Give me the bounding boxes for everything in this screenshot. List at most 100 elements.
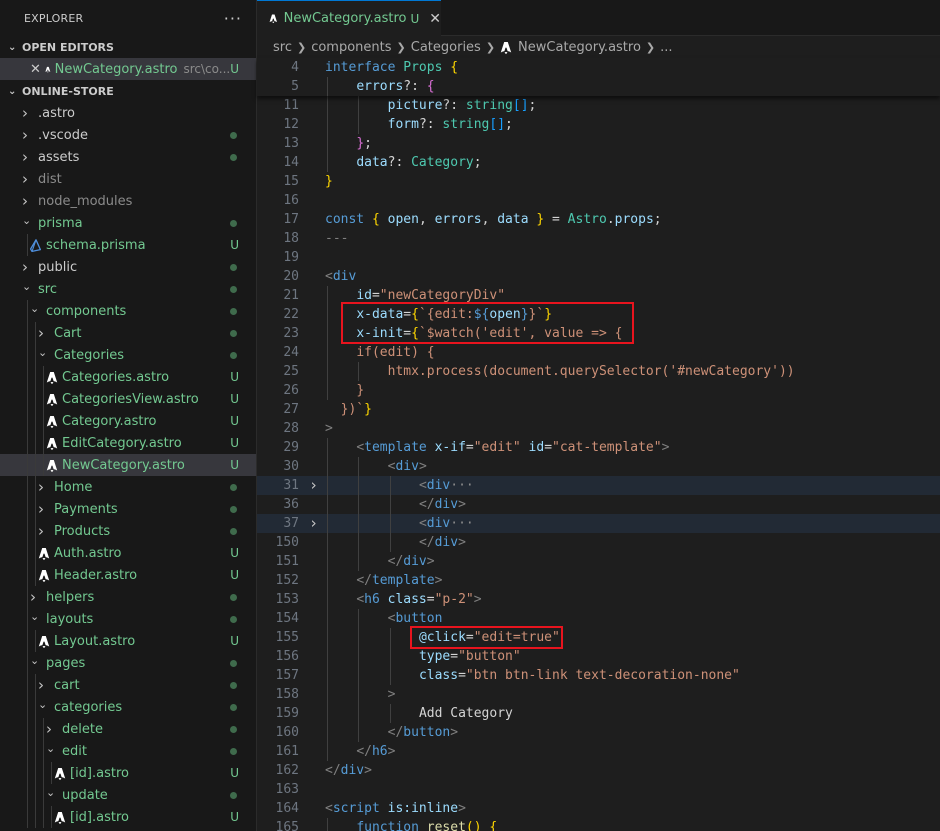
chevron-down-icon[interactable]: ⌄ (30, 610, 44, 623)
chevron-down-icon[interactable]: ⌄ (30, 654, 44, 667)
open-editor-item[interactable]: ✕ NewCategory.astro src\co... U (0, 58, 256, 80)
tree-folder[interactable]: › dist (0, 168, 256, 190)
chevron-right-icon[interactable]: › (22, 192, 36, 210)
code-line[interactable]: 28 > (257, 419, 940, 438)
code-editor[interactable]: 11 picture?: string[]; 12 form?: string[]… (257, 96, 940, 831)
project-header[interactable]: ⌄ ONLINE-STORE (0, 80, 256, 102)
code-line[interactable]: 29 <template x-if="edit" id="cat-templat… (257, 438, 940, 457)
tree-file[interactable]: EditCategory.astro U (0, 432, 256, 454)
code-line[interactable]: 165 function reset() { (257, 818, 940, 831)
tree-folder[interactable]: › node_modules (0, 190, 256, 212)
open-editors-header[interactable]: ⌄ OPEN EDITORS (0, 36, 256, 58)
code-line[interactable]: 163 (257, 780, 940, 799)
chevron-right-icon[interactable]: › (38, 324, 52, 342)
tree-folder[interactable]: ⌄ pages (0, 652, 256, 674)
sticky-scroll-header[interactable]: 4 interface Props {5 errors?: { (257, 58, 940, 96)
breadcrumb-item[interactable]: components (311, 40, 391, 55)
chevron-right-icon[interactable]: › (22, 170, 36, 188)
code-line[interactable]: 37 › <div··· (257, 514, 940, 533)
tree-file[interactable]: [id].astro U (0, 762, 256, 784)
code-line[interactable]: 162 </div> (257, 761, 940, 780)
code-line[interactable]: 36 </div> (257, 495, 940, 514)
chevron-right-icon[interactable]: › (22, 148, 36, 166)
chevron-right-icon[interactable]: › (30, 588, 44, 606)
fold-chevron-icon[interactable]: › (309, 514, 319, 533)
code-line[interactable]: 27 })`} (257, 400, 940, 419)
code-line[interactable]: 4 interface Props { (257, 58, 940, 77)
code-line[interactable]: 5 errors?: { (257, 77, 940, 96)
chevron-right-icon[interactable]: › (22, 104, 36, 122)
tree-folder[interactable]: › Home (0, 476, 256, 498)
tree-folder[interactable]: › .vscode (0, 124, 256, 146)
chevron-right-icon[interactable]: › (22, 126, 36, 144)
tree-folder[interactable]: › delete (0, 718, 256, 740)
code-line[interactable]: 19 (257, 248, 940, 267)
chevron-right-icon[interactable]: › (46, 720, 60, 738)
code-line[interactable]: 157 class="btn btn-link text-decoration-… (257, 666, 940, 685)
chevron-down-icon[interactable]: ⌄ (22, 214, 36, 227)
chevron-down-icon[interactable]: ⌄ (46, 786, 60, 799)
tree-file[interactable]: [id].astro U (0, 806, 256, 828)
code-line[interactable]: 16 (257, 191, 940, 210)
code-line[interactable]: 150 </div> (257, 533, 940, 552)
tree-file[interactable]: Auth.astro U (0, 542, 256, 564)
code-line[interactable]: 24 if(edit) { (257, 343, 940, 362)
chevron-down-icon[interactable]: ⌄ (38, 346, 52, 359)
tree-folder[interactable]: › Cart (0, 322, 256, 344)
tree-folder[interactable]: › helpers (0, 586, 256, 608)
code-line[interactable]: 15} (257, 172, 940, 191)
code-line[interactable]: 164 <script is:inline> (257, 799, 940, 818)
code-line[interactable]: 153 <h6 class="p-2"> (257, 590, 940, 609)
tree-file[interactable]: Layout.astro U (0, 630, 256, 652)
code-line[interactable]: 31 › <div··· (257, 476, 940, 495)
tree-folder[interactable]: › Payments (0, 498, 256, 520)
chevron-right-icon[interactable]: › (38, 500, 52, 518)
code-line[interactable]: 26 } (257, 381, 940, 400)
chevron-down-icon[interactable]: ⌄ (30, 302, 44, 315)
tree-folder[interactable]: ⌄ src (0, 278, 256, 300)
breadcrumb-item[interactable]: ... (660, 40, 672, 55)
tree-file[interactable]: Category.astro U (0, 410, 256, 432)
tree-folder[interactable]: ⌄ update (0, 784, 256, 806)
chevron-right-icon[interactable]: › (38, 478, 52, 496)
code-line[interactable]: 151 </div> (257, 552, 940, 571)
tree-folder[interactable]: ⌄ layouts (0, 608, 256, 630)
code-line[interactable]: 11 picture?: string[]; (257, 96, 940, 115)
tree-file[interactable]: Header.astro U (0, 564, 256, 586)
chevron-right-icon[interactable]: › (38, 676, 52, 694)
breadcrumb-item[interactable]: Categories (411, 40, 481, 55)
chevron-down-icon[interactable]: ⌄ (38, 698, 52, 711)
tree-folder[interactable]: › cart (0, 674, 256, 696)
tree-file[interactable]: CategoriesView.astro U (0, 388, 256, 410)
chevron-right-icon[interactable]: › (38, 522, 52, 540)
tab-newcategory[interactable]: NewCategory.astro U ✕ (257, 0, 441, 36)
tree-folder[interactable]: ⌄ edit (0, 740, 256, 762)
code-line[interactable]: 160 </button> (257, 723, 940, 742)
tree-folder[interactable]: › Products (0, 520, 256, 542)
code-line[interactable]: 155 @click="edit=true" (257, 628, 940, 647)
fold-chevron-icon[interactable]: › (309, 476, 319, 495)
tree-file[interactable]: Categories.astro U (0, 366, 256, 388)
tree-folder[interactable]: ⌄ prisma (0, 212, 256, 234)
code-line[interactable]: 14 data?: Category; (257, 153, 940, 172)
code-line[interactable]: 161 </h6> (257, 742, 940, 761)
close-icon[interactable]: ✕ (429, 11, 441, 27)
more-actions-icon[interactable]: ··· (224, 9, 242, 28)
code-line[interactable]: 156 type="button" (257, 647, 940, 666)
code-line[interactable]: 17 const { open, errors, data } = Astro.p… (257, 210, 940, 229)
code-line[interactable]: 30 <div> (257, 457, 940, 476)
tree-folder[interactable]: › public (0, 256, 256, 278)
chevron-down-icon[interactable]: ⌄ (46, 742, 60, 755)
close-icon[interactable]: ✕ (30, 62, 41, 77)
tree-folder[interactable]: › assets (0, 146, 256, 168)
tree-file[interactable]: NewCategory.astro U (0, 454, 256, 476)
code-line[interactable]: 20 <div (257, 267, 940, 286)
tree-folder[interactable]: ⌄ Categories (0, 344, 256, 366)
tree-file[interactable]: schema.prisma U (0, 234, 256, 256)
code-line[interactable]: 152 </template> (257, 571, 940, 590)
code-line[interactable]: 25 htmx.process(document.querySelector('… (257, 362, 940, 381)
chevron-right-icon[interactable]: › (22, 258, 36, 276)
code-line[interactable]: 13 }; (257, 134, 940, 153)
breadcrumb-item[interactable]: NewCategory.astro (518, 40, 641, 55)
code-line[interactable]: 159 Add Category (257, 704, 940, 723)
